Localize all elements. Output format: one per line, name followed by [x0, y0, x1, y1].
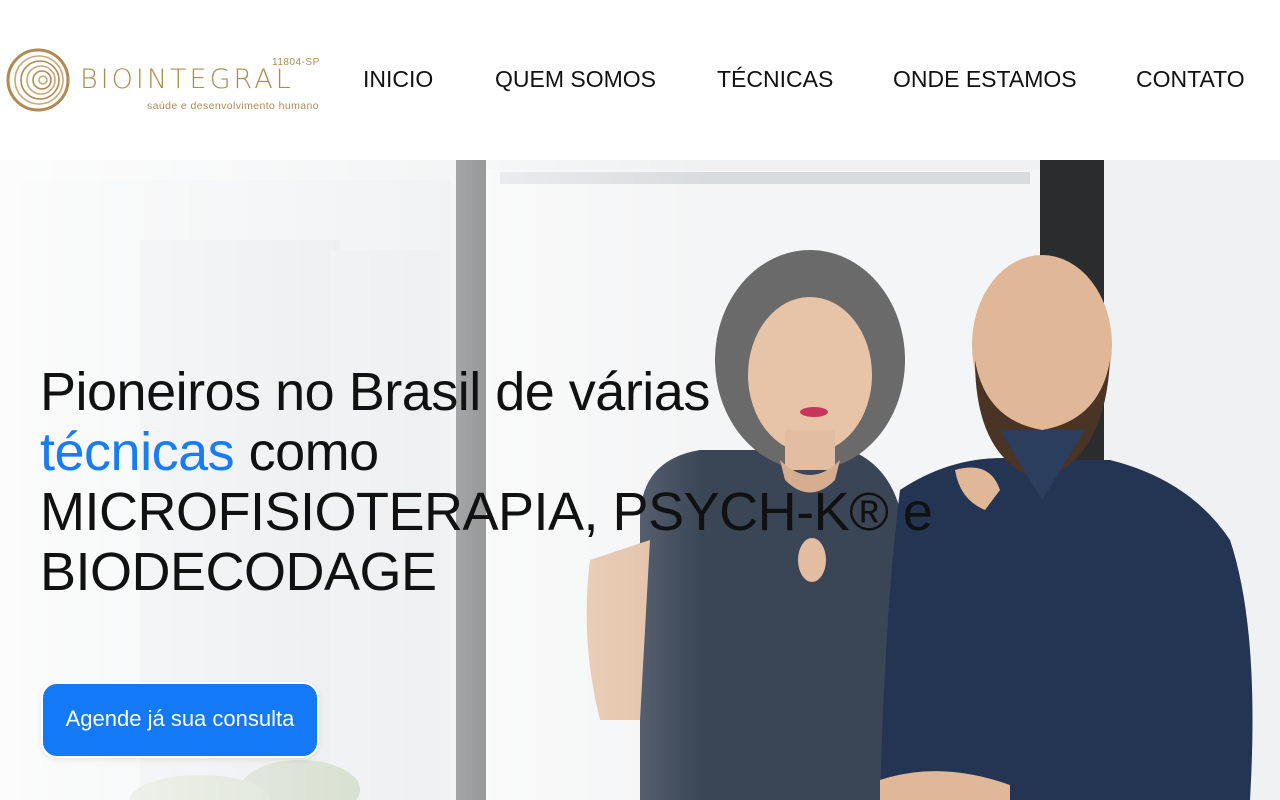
main-nav: INICIO QUEM SOMOS TÉCNICAS ONDE ESTAMOS …: [0, 66, 1280, 94]
site-header: 11804-SP BIOINTEGRAL saúde e desenvolvim…: [0, 0, 1280, 160]
nav-item-contato[interactable]: CONTATO: [1136, 66, 1245, 93]
hero-section: Pioneiros no Brasil de várias técnicas c…: [0, 160, 1280, 800]
headline-line-2: como: [248, 422, 380, 482]
book-appointment-button[interactable]: Agende já sua consulta: [41, 682, 319, 758]
nav-item-tecnicas[interactable]: TÉCNICAS: [717, 66, 833, 93]
hero-headline: Pioneiros no Brasil de várias técnicas c…: [40, 362, 1000, 602]
nav-item-onde-estamos[interactable]: ONDE ESTAMOS: [893, 66, 1077, 93]
headline-accent: técnicas: [40, 422, 235, 482]
headline-line-4: BIODECODAGE: [40, 542, 437, 602]
nav-item-quem-somos[interactable]: QUEM SOMOS: [495, 66, 656, 93]
headline-line-1: Pioneiros no Brasil de várias: [40, 362, 710, 422]
nav-item-inicio[interactable]: INICIO: [363, 66, 433, 93]
headline-line-3: MICROFISIOTERAPIA, PSYCH-K® e: [40, 482, 933, 542]
brand-tagline: saúde e desenvolvimento humano: [147, 100, 319, 112]
